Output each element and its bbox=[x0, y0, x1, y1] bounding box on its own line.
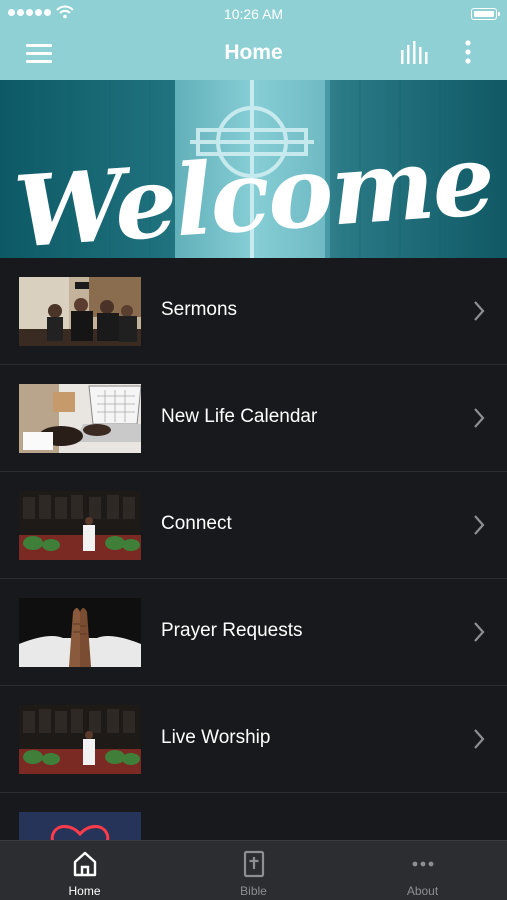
list-item-label: Connect bbox=[161, 513, 232, 534]
choir-thumbnail bbox=[19, 491, 141, 560]
chevron-right-icon bbox=[474, 729, 485, 749]
choir-thumbnail bbox=[19, 705, 141, 774]
welcome-banner: Welcome bbox=[0, 80, 507, 258]
sermons-thumbnail bbox=[19, 277, 141, 346]
status-time: 10:26 AM bbox=[223, 6, 284, 22]
neon-heart-thumbnail bbox=[19, 812, 141, 840]
home-icon bbox=[73, 851, 97, 877]
praying-hands-thumbnail bbox=[19, 598, 141, 667]
banner-background: Welcome bbox=[0, 80, 507, 258]
more-dots-icon bbox=[412, 861, 434, 867]
nav-bar: Home bbox=[0, 28, 507, 80]
tab-label: About bbox=[406, 884, 439, 898]
list-item-label: Live Worship bbox=[161, 727, 271, 748]
list-item-label: Prayer Requests bbox=[161, 620, 303, 641]
list-item-partial[interactable] bbox=[0, 793, 507, 840]
list-item-label: Sermons bbox=[161, 299, 238, 320]
tab-label: Home bbox=[68, 884, 101, 898]
more-vertical-icon[interactable] bbox=[458, 38, 478, 68]
status-bar: 10:26 AM bbox=[0, 0, 507, 28]
chevron-right-icon bbox=[474, 408, 485, 428]
audio-bars-icon[interactable] bbox=[398, 40, 432, 66]
tab-label: Bible bbox=[240, 884, 267, 898]
tab-home[interactable]: Home bbox=[0, 841, 169, 900]
bible-icon bbox=[243, 850, 265, 878]
menu-list: Sermons New Life Calendar Connect Prayer… bbox=[0, 258, 507, 840]
list-item-sermons[interactable]: Sermons bbox=[0, 258, 507, 365]
chevron-right-icon bbox=[474, 622, 485, 642]
list-item-live-worship[interactable]: Live Worship bbox=[0, 686, 507, 793]
list-item-new-life-calendar[interactable]: New Life Calendar bbox=[0, 365, 507, 472]
list-item-prayer-requests[interactable]: Prayer Requests bbox=[0, 579, 507, 686]
calendar-thumbnail bbox=[19, 384, 141, 453]
tab-bar: Home Bible About bbox=[0, 840, 507, 900]
tab-about[interactable]: About bbox=[338, 841, 507, 900]
tab-bible[interactable]: Bible bbox=[169, 841, 338, 900]
list-item-label: New Life Calendar bbox=[161, 406, 318, 427]
chevron-right-icon bbox=[474, 301, 485, 321]
chevron-right-icon bbox=[474, 515, 485, 535]
list-item-connect[interactable]: Connect bbox=[0, 472, 507, 579]
battery-icon bbox=[471, 8, 500, 20]
